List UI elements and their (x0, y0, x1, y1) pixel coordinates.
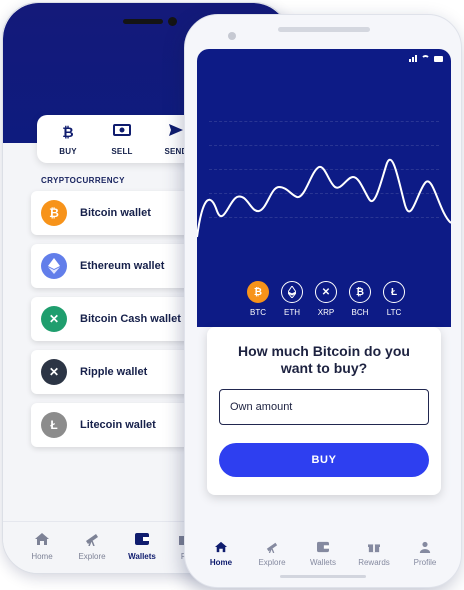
amount-input[interactable] (219, 389, 429, 425)
tab-label: Wallets (310, 558, 336, 567)
signal-icon (409, 55, 417, 62)
coin-label: BTC (250, 308, 266, 317)
buy-card: How much Bitcoin do you want to buy? BUY (207, 327, 441, 495)
ethereum-icon (281, 281, 303, 303)
section-label: CRYPTOCURRENCY (41, 176, 125, 185)
tab-label: Explore (78, 552, 106, 561)
wallet-label: Ethereum wallet (80, 260, 165, 272)
wallet-item-bitcoin-cash[interactable]: ✕ Bitcoin Cash wallet (31, 297, 191, 341)
coin-label: XRP (317, 308, 335, 317)
tab-explore[interactable]: Explore (248, 541, 296, 567)
coin-ltc[interactable]: Ł LTC (377, 281, 411, 317)
coin-bch[interactable]: ₿ BCH (343, 281, 377, 317)
grid-line (209, 145, 439, 146)
profile-icon (419, 541, 431, 553)
cash-icon (113, 123, 131, 141)
buy-action-button[interactable]: ₿ BUY (45, 115, 91, 163)
phone-camera (168, 17, 177, 26)
tab-label: Wallets (128, 552, 156, 561)
litecoin-icon: Ł (41, 412, 67, 438)
wallet-item-litecoin[interactable]: Ł Litecoin wallet (31, 403, 191, 447)
wallet-icon (317, 541, 329, 553)
bitcoin-cash-icon: ₿ (349, 281, 371, 303)
buy-question-heading: How much Bitcoin do you want to buy? (238, 343, 410, 376)
ripple-icon: ✕ (315, 281, 337, 303)
home-icon (35, 533, 49, 545)
bitcoin-icon: ₿ (62, 124, 74, 140)
sell-action-label: SELL (111, 147, 133, 156)
wallet-label: Ripple wallet (80, 366, 148, 378)
wallet-icon (135, 533, 149, 545)
bitcoin-cash-icon: ✕ (41, 306, 67, 332)
wallet-item-bitcoin[interactable]: ₿ Bitcoin wallet (31, 191, 191, 235)
bitcoin-icon: ₿ (41, 200, 67, 226)
wifi-icon (421, 55, 430, 62)
wallet-label: Bitcoin Cash wallet (80, 313, 181, 325)
ethereum-icon (41, 253, 67, 279)
tab-explore[interactable]: Explore (69, 532, 115, 561)
tab-label: Home (209, 558, 233, 567)
home-indicator (280, 575, 366, 578)
tab-rewards[interactable]: Rewards (350, 541, 398, 567)
litecoin-icon: Ł (383, 281, 405, 303)
coin-label: LTC (386, 308, 402, 317)
price-chart-panel: ₿ BTC ETH ✕ XRP ₿ BCH Ł LTC (197, 49, 451, 327)
tab-label: Rewards (358, 558, 390, 567)
coin-selector: ₿ BTC ETH ✕ XRP ₿ BCH Ł LTC (241, 281, 411, 317)
tab-wallets[interactable]: Wallets (299, 541, 347, 567)
coin-btc[interactable]: ₿ BTC (241, 281, 275, 317)
wallet-item-ripple[interactable]: ✕ Ripple wallet (31, 350, 191, 394)
telescope-icon (86, 534, 98, 546)
tab-label: Profile (413, 558, 437, 567)
quick-actions-bar: ₿ BUY SELL SEND (37, 115, 207, 163)
wallet-label: Bitcoin wallet (80, 207, 151, 219)
buy-action-label: BUY (59, 147, 77, 156)
front-phone: ₿ BTC ETH ✕ XRP ₿ BCH Ł LTC How much Bit… (184, 14, 462, 588)
gift-icon (368, 544, 380, 553)
phone-speaker (278, 27, 370, 32)
tab-home[interactable]: Home (197, 541, 245, 567)
phone-camera (228, 32, 236, 40)
coin-label: BCH (351, 308, 369, 317)
coin-label: ETH (284, 308, 300, 317)
tab-home[interactable]: Home (19, 532, 65, 561)
grid-line (209, 121, 439, 122)
tab-profile[interactable]: Profile (401, 541, 449, 567)
bitcoin-icon: ₿ (247, 281, 269, 303)
wallet-item-ethereum[interactable]: Ethereum wallet (31, 244, 191, 288)
telescope-icon (266, 542, 278, 553)
coin-xrp[interactable]: ✕ XRP (309, 281, 343, 317)
price-trend-line (197, 159, 451, 238)
wallet-label: Litecoin wallet (80, 419, 156, 431)
tab-label: Explore (258, 558, 286, 567)
tab-wallets[interactable]: Wallets (119, 532, 165, 561)
home-icon (215, 541, 227, 553)
sell-action-button[interactable]: SELL (99, 115, 145, 163)
buy-button[interactable]: BUY (219, 443, 429, 477)
phone-speaker (123, 19, 163, 24)
battery-icon (434, 56, 443, 62)
ripple-icon: ✕ (41, 359, 67, 385)
tab-label: Home (31, 552, 53, 561)
status-bar (409, 55, 443, 62)
send-icon (167, 123, 185, 141)
coin-eth[interactable]: ETH (275, 281, 309, 317)
front-tab-bar: Home Explore Wallets Rewards Profile (197, 531, 451, 575)
